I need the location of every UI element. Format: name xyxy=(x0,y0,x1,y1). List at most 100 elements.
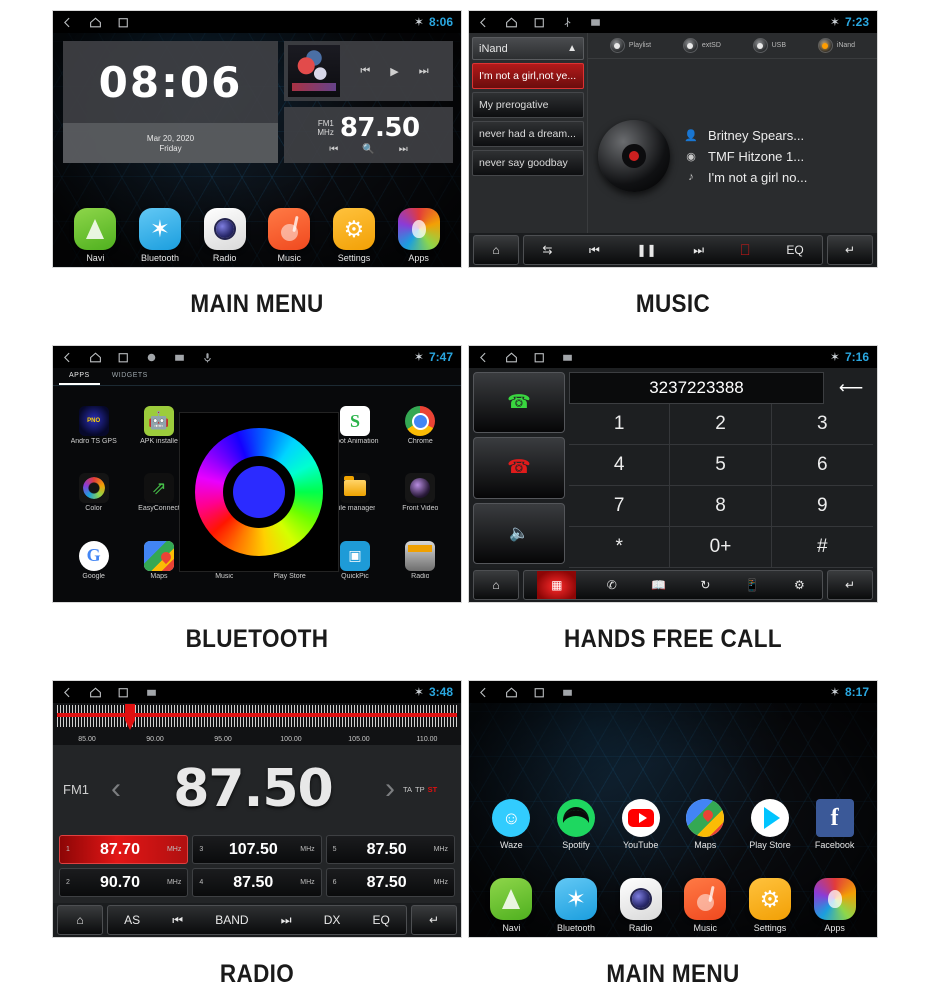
dock-item-bluetooth[interactable]: ✶ Bluetooth xyxy=(132,208,188,263)
phonebook-sync-icon[interactable]: 📱 xyxy=(741,578,764,592)
dock-item-radio[interactable]: Radio xyxy=(613,878,669,933)
back-icon[interactable] xyxy=(477,16,490,29)
dialed-number-field[interactable]: 3237223388 xyxy=(569,372,824,404)
back-icon[interactable] xyxy=(61,16,74,29)
tune-down-icon[interactable]: ‹ xyxy=(107,772,125,806)
screen-bluetooth[interactable]: ✶ 7:47 APPS WIDGETS PNO Andro TS GPS 🤖 APK… xyxy=(52,345,462,603)
clock-widget[interactable]: 08:06 Mar 20, 2020 Friday xyxy=(63,41,278,163)
next-icon[interactable]: ⏭ xyxy=(689,243,708,258)
back-button[interactable]: ↵ xyxy=(827,235,873,265)
key-star[interactable]: * xyxy=(569,527,671,568)
back-button[interactable]: ↵ xyxy=(827,570,873,600)
pause-icon[interactable]: ❚❚ xyxy=(632,243,660,257)
back-button[interactable]: ↵ xyxy=(411,905,457,935)
list-item[interactable]: never had a dream... xyxy=(472,121,584,147)
key-8[interactable]: 8 xyxy=(670,486,772,527)
list-item[interactable]: never say goodbay xyxy=(472,150,584,176)
radio-widget[interactable]: FM1 MHz 87.50 ⏮ 🔍 ⏭ xyxy=(284,107,453,163)
key-9[interactable]: 9 xyxy=(771,486,873,527)
key-7[interactable]: 7 xyxy=(569,486,671,527)
app-google[interactable]: G Google xyxy=(61,527,126,594)
home-button[interactable]: ⌂ xyxy=(57,905,103,935)
dock-item-navi[interactable]: Navi xyxy=(483,878,539,933)
key-0[interactable]: 0+ xyxy=(670,527,772,568)
key-5[interactable]: 5 xyxy=(670,445,772,486)
app-chrome[interactable]: Chrome xyxy=(388,392,453,459)
prev-icon[interactable]: ⏮ xyxy=(168,913,187,928)
app-front-video[interactable]: Front Video xyxy=(388,459,453,526)
home-icon[interactable] xyxy=(89,351,102,364)
next-icon[interactable]: ⏭ xyxy=(277,913,296,928)
recents-icon[interactable] xyxy=(533,351,546,364)
eq-button[interactable]: EQ xyxy=(369,913,394,927)
app-play-store[interactable]: Play Store xyxy=(742,799,798,850)
preset-6[interactable]: 6 87.50 MHz xyxy=(325,868,455,897)
source-extsd[interactable]: extSD xyxy=(682,38,721,53)
dock-item-apps[interactable]: Apps xyxy=(391,208,447,263)
back-icon[interactable] xyxy=(477,686,490,699)
dock-item-settings[interactable]: ⚙ Settings xyxy=(742,878,798,933)
prev-icon[interactable]: ⏮ xyxy=(360,65,370,78)
repeat-icon[interactable]: ⎕ xyxy=(737,242,754,259)
gear-icon[interactable]: ⚙ xyxy=(790,578,809,592)
recents-icon[interactable] xyxy=(533,16,546,29)
contacts-icon[interactable]: 📖 xyxy=(647,578,670,592)
mute-button[interactable]: 🔈 xyxy=(473,502,565,564)
key-hash[interactable]: # xyxy=(771,527,873,568)
recents-icon[interactable] xyxy=(533,686,546,699)
back-icon[interactable] xyxy=(61,351,74,364)
recents-icon[interactable] xyxy=(117,16,130,29)
color-wheel-icon[interactable] xyxy=(195,428,323,556)
tune-up-icon[interactable]: › xyxy=(381,772,399,806)
incoming-call-icon[interactable]: ✆ xyxy=(603,578,621,592)
color-wheel-picker[interactable] xyxy=(179,412,339,572)
eq-button[interactable]: EQ xyxy=(782,243,807,257)
tab-widgets[interactable]: WIDGETS xyxy=(102,368,158,385)
app-youtube[interactable]: YouTube xyxy=(613,799,669,850)
source-usb[interactable]: USB xyxy=(752,38,786,53)
app-color[interactable]: Color xyxy=(61,459,126,526)
source-playlist[interactable]: Playlist xyxy=(609,38,651,53)
call-history-icon[interactable]: ↻ xyxy=(696,578,714,592)
play-icon[interactable]: ▶ xyxy=(390,65,398,78)
screen-radio[interactable]: ✶ 3:48 85.00 90.00 95.00 100.00 105.00 1… xyxy=(52,680,462,938)
source-select[interactable]: iNand ▲ xyxy=(472,37,584,60)
source-inand[interactable]: iNand xyxy=(817,38,855,53)
screen-music[interactable]: ✶ 7:23 iNand ▲ I'm not a girl,not ye... … xyxy=(468,10,878,268)
next-icon[interactable]: ⏭ xyxy=(399,144,408,155)
search-icon[interactable]: 🔍 xyxy=(362,144,374,155)
prev-icon[interactable]: ⏮ xyxy=(329,144,338,155)
screen-dialer[interactable]: ✶ 7:16 ☎ ☎ 🔈 3237223388 ⟵ 1 2 3 4 5 6 7 … xyxy=(468,345,878,603)
as-button[interactable]: AS xyxy=(120,913,144,927)
color-wheel-center[interactable] xyxy=(233,466,285,518)
key-3[interactable]: 3 xyxy=(771,404,873,445)
dock-item-radio[interactable]: Radio xyxy=(197,208,253,263)
backspace-button[interactable]: ⟵ xyxy=(829,378,873,398)
preset-3[interactable]: 3 107.50 MHz xyxy=(192,835,322,864)
dock-item-navi[interactable]: Navi xyxy=(67,208,123,263)
call-button[interactable]: ☎ xyxy=(473,372,565,434)
tab-apps[interactable]: APPS xyxy=(59,368,100,385)
key-4[interactable]: 4 xyxy=(569,445,671,486)
dialpad-icon[interactable]: ▦ xyxy=(537,571,577,599)
preset-4[interactable]: 4 87.50 MHz xyxy=(192,868,322,897)
frequency-scale[interactable]: 85.00 90.00 95.00 100.00 105.00 110.00 xyxy=(53,703,461,745)
screen-main-menu-1[interactable]: ✶ 8:06 08:06 Mar 20, 2020 Friday ⏮ ▶ ⏭ F… xyxy=(52,10,462,268)
hangup-button[interactable]: ☎ xyxy=(473,437,565,499)
home-button[interactable]: ⌂ xyxy=(473,235,519,265)
home-icon[interactable] xyxy=(89,16,102,29)
app-andro-ts-gps[interactable]: PNO Andro TS GPS xyxy=(61,392,126,459)
shuffle-icon[interactable]: ⇆ xyxy=(538,243,556,257)
next-icon[interactable]: ⏭ xyxy=(419,65,429,78)
home-icon[interactable] xyxy=(505,686,518,699)
app-facebook[interactable]: f Facebook xyxy=(807,799,863,850)
dock-item-music[interactable]: Music xyxy=(261,208,317,263)
list-item[interactable]: My prerogative xyxy=(472,92,584,118)
preset-2[interactable]: 2 90.70 MHz xyxy=(59,868,189,897)
dock-item-bluetooth[interactable]: ✶ Bluetooth xyxy=(548,878,604,933)
flag-st[interactable]: ST xyxy=(428,785,438,794)
recents-icon[interactable] xyxy=(117,351,130,364)
key-6[interactable]: 6 xyxy=(771,445,873,486)
key-1[interactable]: 1 xyxy=(569,404,671,445)
list-item[interactable]: I'm not a girl,not ye... xyxy=(472,63,584,89)
